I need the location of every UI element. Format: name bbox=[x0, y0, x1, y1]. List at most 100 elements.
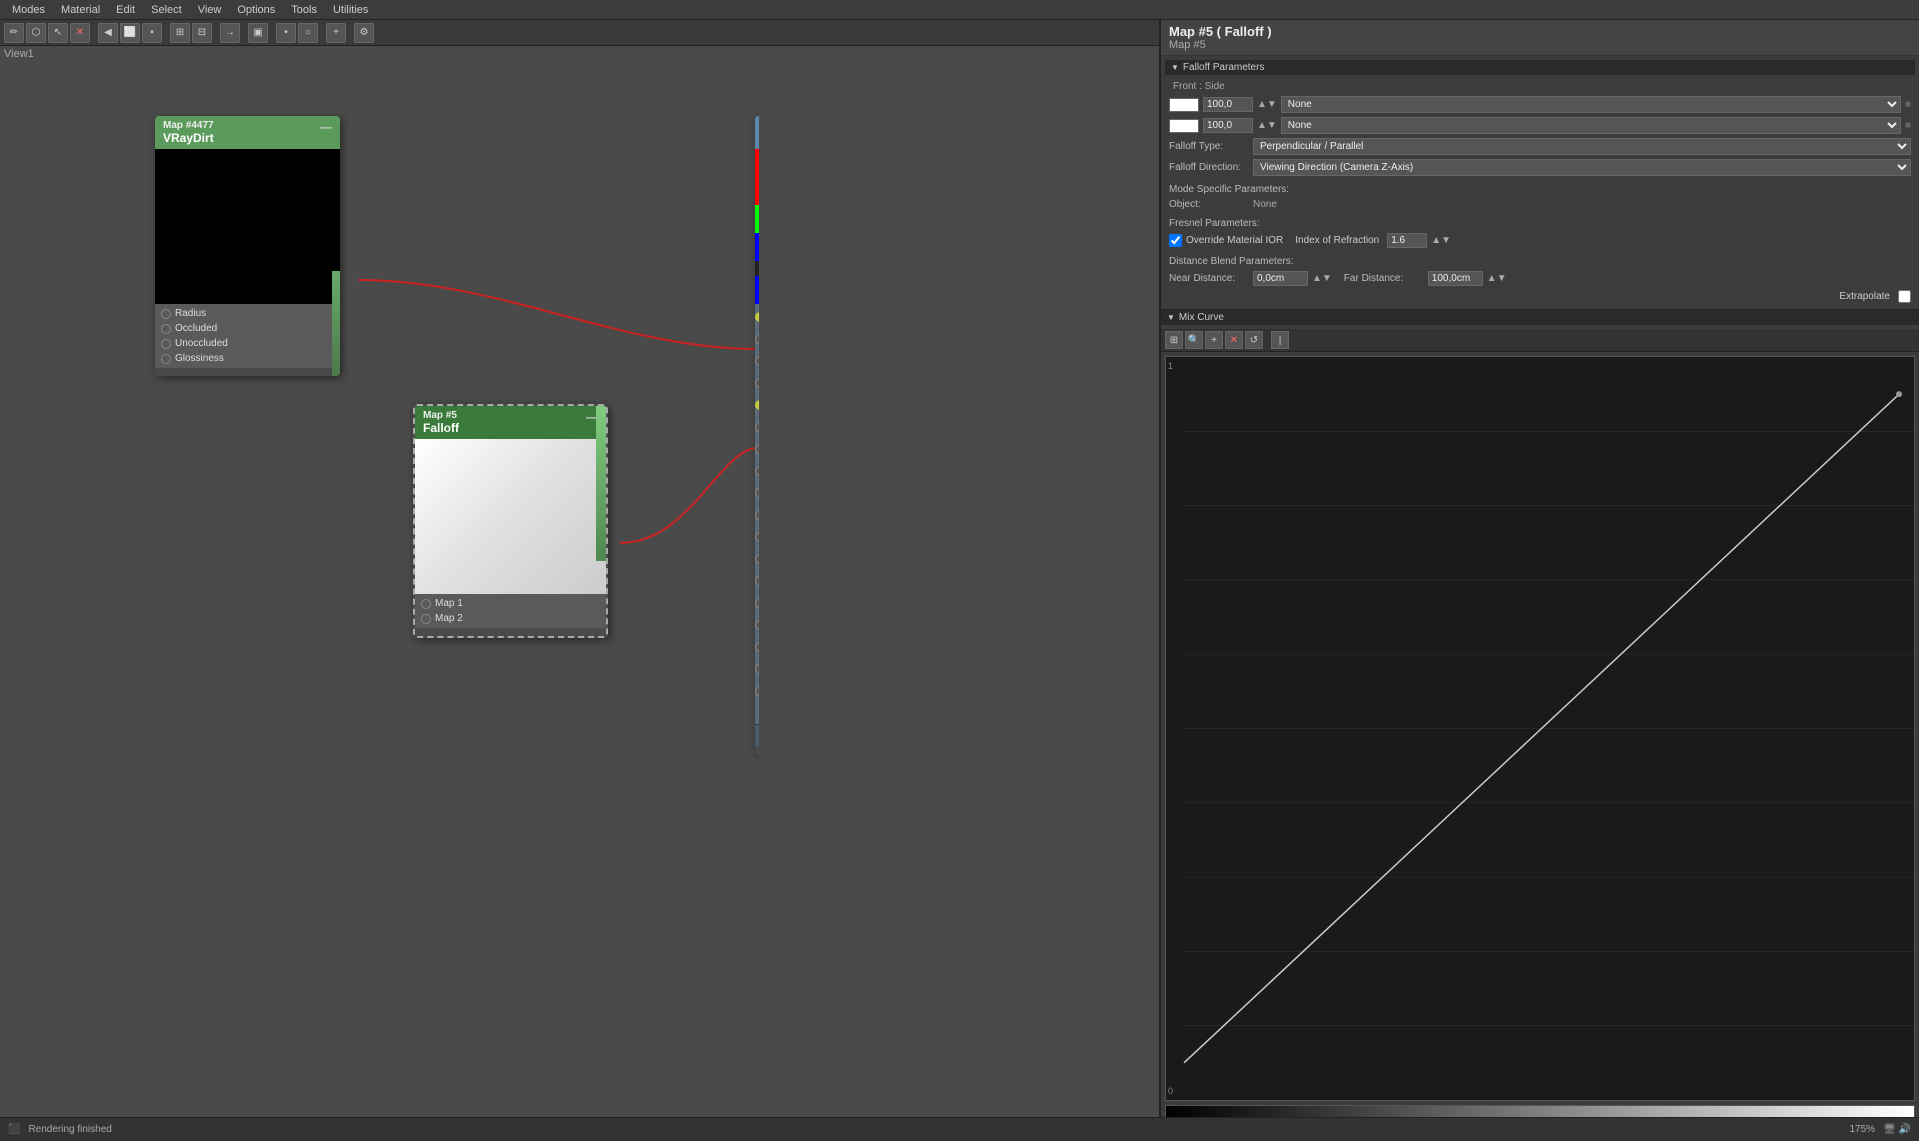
toolbar-left[interactable]: ◀ bbox=[98, 23, 118, 43]
falloff-port-map2-dot[interactable] bbox=[421, 614, 431, 624]
node-vraymtl[interactable]: AI35_007_walls VRayMtl — bbox=[755, 116, 759, 755]
port-opacity[interactable]: Opacity bbox=[755, 570, 759, 592]
port-displacement[interactable]: Displacement bbox=[755, 438, 759, 460]
port-environment[interactable]: Environment bbox=[755, 460, 759, 482]
node-falloff[interactable]: Map #5 Falloff — Map 1 Map 2 bbox=[413, 404, 608, 638]
node-vraydirt-menu[interactable]: — bbox=[320, 120, 332, 134]
near-distance-input[interactable] bbox=[1253, 271, 1308, 286]
port-translucency-dot[interactable] bbox=[755, 488, 759, 498]
port-ior[interactable]: IOR bbox=[755, 504, 759, 526]
toolbar-x[interactable]: ✕ bbox=[70, 23, 90, 43]
none-select-1[interactable]: None bbox=[1281, 96, 1901, 113]
port-roughness-dot[interactable] bbox=[755, 598, 759, 608]
port-displacement-dot[interactable] bbox=[755, 444, 759, 454]
color-swatch-2[interactable] bbox=[1169, 119, 1199, 133]
falloff-type-select[interactable]: Perpendicular / Parallel bbox=[1253, 138, 1911, 155]
port-self-illum-dot[interactable] bbox=[755, 686, 759, 696]
port-translucency[interactable]: Translucency bbox=[755, 482, 759, 504]
node-vraydirt[interactable]: Map #4477 VRayDirt — Radius Occluded Uno… bbox=[155, 116, 340, 376]
toolbar-grid1[interactable]: ⊞ bbox=[170, 23, 190, 43]
curve-area[interactable]: 1 0 bbox=[1165, 356, 1915, 1101]
port-an-rotation-dot[interactable] bbox=[755, 642, 759, 652]
curve-tool-extra[interactable]: | bbox=[1271, 331, 1289, 349]
menu-select[interactable]: Select bbox=[143, 4, 190, 16]
port-glossiness[interactable]: Glossiness bbox=[155, 351, 328, 366]
toolbar-gear[interactable]: ⚙ bbox=[354, 23, 374, 43]
port-refr-gloss[interactable]: Refr. gloss. bbox=[755, 416, 759, 438]
port-fog-color[interactable]: Fog color bbox=[755, 658, 759, 680]
falloff-direction-select[interactable]: Viewing Direction (Camera Z-Axis) bbox=[1253, 159, 1911, 176]
port-glossiness-dot[interactable] bbox=[161, 354, 171, 364]
toolbar-box2[interactable]: ▪ bbox=[142, 23, 162, 43]
mr-connection[interactable]: mr Connection + bbox=[755, 724, 759, 747]
spinner-up-1[interactable]: ▲▼ bbox=[1257, 99, 1277, 110]
port-reflect-dot[interactable] bbox=[755, 334, 759, 344]
color-value-2[interactable] bbox=[1203, 118, 1253, 133]
port-refract-map[interactable]: Refract map bbox=[755, 350, 759, 372]
port-unoccluded[interactable]: Unoccluded bbox=[155, 336, 328, 351]
curve-tool-delete[interactable]: ✕ bbox=[1225, 331, 1243, 349]
curve-tool-add[interactable]: + bbox=[1205, 331, 1223, 349]
toolbar-node[interactable]: ⬡ bbox=[26, 23, 46, 43]
toolbar-frame[interactable]: ▣ bbox=[248, 23, 268, 43]
menu-utilities[interactable]: Utilities bbox=[325, 4, 376, 16]
toolbar-dot1[interactable]: • bbox=[276, 23, 296, 43]
port-hilight-dot[interactable] bbox=[755, 532, 759, 542]
near-spinner[interactable]: ▲▼ bbox=[1312, 273, 1332, 284]
port-self-illum[interactable]: Self-illum bbox=[755, 680, 759, 702]
port-anisotropy[interactable]: Anisotropy bbox=[755, 614, 759, 636]
port-opacity-dot[interactable] bbox=[755, 576, 759, 586]
port-radius-dot[interactable] bbox=[161, 309, 171, 319]
none-select-2[interactable]: None bbox=[1281, 117, 1901, 134]
ior-spinner[interactable]: ▲▼ bbox=[1431, 235, 1451, 246]
toolbar-grid2[interactable]: ⊟ bbox=[192, 23, 212, 43]
toolbar-cursor[interactable]: ↖ bbox=[48, 23, 68, 43]
menu-edit[interactable]: Edit bbox=[108, 4, 143, 16]
menu-tools[interactable]: Tools bbox=[283, 4, 325, 16]
color-swatch-1[interactable] bbox=[1169, 98, 1199, 112]
override-ior-checkbox[interactable] bbox=[1169, 234, 1182, 247]
port-diffuse-dot[interactable] bbox=[755, 312, 759, 322]
falloff-port-map1-dot[interactable] bbox=[421, 599, 431, 609]
port-diffuse-map[interactable]: Diffuse map bbox=[755, 306, 759, 328]
far-spinner[interactable]: ▲▼ bbox=[1487, 273, 1507, 284]
port-environment-dot[interactable] bbox=[755, 466, 759, 476]
toolbar-arrow[interactable]: → bbox=[220, 23, 240, 43]
port-refr-gloss-dot[interactable] bbox=[755, 422, 759, 432]
port-unoccluded-dot[interactable] bbox=[161, 339, 171, 349]
port-roughness[interactable]: Roughness bbox=[755, 592, 759, 614]
toolbar-plus[interactable]: + bbox=[326, 23, 346, 43]
port-refract-dot[interactable] bbox=[755, 356, 759, 366]
menu-modes[interactable]: Modes bbox=[4, 4, 53, 16]
menu-view[interactable]: View bbox=[190, 4, 230, 16]
port-occluded-dot[interactable] bbox=[161, 324, 171, 334]
port-hilight-gloss[interactable]: Hilight gloss bbox=[755, 526, 759, 548]
port-bump-dot[interactable] bbox=[755, 378, 759, 388]
curve-tool-reset[interactable]: ↺ bbox=[1245, 331, 1263, 349]
port-fresnel-ior[interactable]: Fresnel IOR bbox=[755, 548, 759, 570]
far-distance-input[interactable] bbox=[1428, 271, 1483, 286]
port-refl-gloss-dot[interactable] bbox=[755, 400, 759, 410]
menu-material[interactable]: Material bbox=[53, 4, 108, 16]
port-bump-map[interactable]: Bump map bbox=[755, 372, 759, 394]
toolbar-dot2[interactable]: ○ bbox=[298, 23, 318, 43]
mix-curve-header[interactable]: ▼ Mix Curve bbox=[1161, 310, 1919, 325]
port-an-rotation[interactable]: An. rotation bbox=[755, 636, 759, 658]
toolbar-pencil[interactable]: ✏ bbox=[4, 23, 24, 43]
port-ior-dot[interactable] bbox=[755, 510, 759, 520]
curve-tool-zoom[interactable]: 🔍 bbox=[1185, 331, 1203, 349]
falloff-port-map2[interactable]: Map 2 bbox=[415, 611, 606, 626]
port-occluded[interactable]: Occluded bbox=[155, 321, 328, 336]
falloff-port-map1[interactable]: Map 1 bbox=[415, 596, 606, 611]
falloff-params-header[interactable]: ▼ Falloff Parameters bbox=[1165, 60, 1915, 75]
spinner-up-2[interactable]: ▲▼ bbox=[1257, 120, 1277, 131]
curve-tool-move[interactable]: ⊞ bbox=[1165, 331, 1183, 349]
color-value-1[interactable] bbox=[1203, 97, 1253, 112]
extrapolate-checkbox[interactable] bbox=[1898, 290, 1911, 303]
port-fog-color-dot[interactable] bbox=[755, 664, 759, 674]
port-radius[interactable]: Radius bbox=[155, 306, 328, 321]
ior-input[interactable] bbox=[1387, 233, 1427, 248]
menu-options[interactable]: Options bbox=[229, 4, 283, 16]
port-fresnel-dot[interactable] bbox=[755, 554, 759, 564]
port-anisotropy-dot[interactable] bbox=[755, 620, 759, 630]
